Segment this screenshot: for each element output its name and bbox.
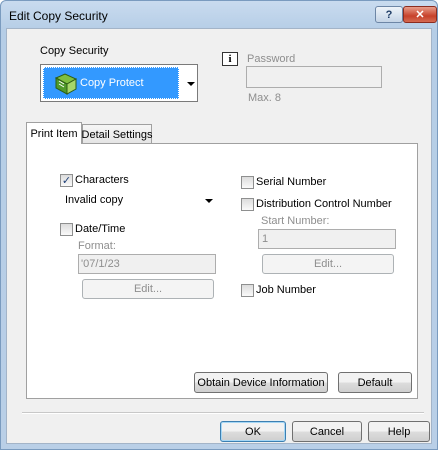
format-value: '07/1/23 <box>81 258 120 270</box>
start-number-input[interactable]: 1 <box>258 229 396 249</box>
default-button[interactable]: Default <box>338 372 412 393</box>
characters-checkbox[interactable]: ✓ <box>60 174 73 187</box>
obtain-device-information-button[interactable]: Obtain Device Information <box>194 372 328 393</box>
title-help-button[interactable]: ? <box>375 6 403 23</box>
cancel-button[interactable]: Cancel <box>292 421 362 442</box>
characters-dropdown[interactable]: Invalid copy <box>58 191 216 210</box>
password-label: Password <box>247 53 296 65</box>
title-close-button[interactable]: ✕ <box>403 6 437 23</box>
password-max-label: Max. 8 <box>248 92 282 104</box>
chevron-down-icon <box>205 199 213 203</box>
tab-detail-settings[interactable]: Detail Settings <box>82 124 152 144</box>
title-bar[interactable]: Edit Copy Security ? ✕ <box>1 1 437 29</box>
info-icon: i <box>222 52 238 66</box>
distribution-control-label: Distribution Control Number <box>256 198 392 210</box>
tab-print-item[interactable]: Print Item <box>26 122 82 144</box>
help-button[interactable]: Help <box>368 421 430 442</box>
dialog-separator <box>22 412 424 414</box>
copy-security-value: Copy Protect <box>80 77 144 89</box>
format-label: Format: <box>78 240 116 252</box>
start-number-value: 1 <box>262 233 269 245</box>
ok-button[interactable]: OK <box>220 421 286 442</box>
date-time-checkbox[interactable] <box>60 223 73 236</box>
serial-number-checkbox[interactable] <box>241 176 254 189</box>
characters-label: Characters <box>75 174 129 186</box>
format-input[interactable]: '07/1/23 <box>78 254 216 274</box>
distribution-edit-button[interactable]: Edit... <box>262 254 394 274</box>
copy-security-combo[interactable]: Copy Protect <box>40 64 198 102</box>
job-number-checkbox[interactable] <box>241 284 254 297</box>
chevron-down-icon <box>187 82 195 86</box>
job-number-label: Job Number <box>256 284 316 296</box>
serial-number-label: Serial Number <box>256 176 327 188</box>
password-input[interactable] <box>246 66 382 88</box>
copy-security-selected: Copy Protect <box>43 67 179 99</box>
copy-security-label: Copy Security <box>40 45 109 57</box>
characters-value: Invalid copy <box>65 194 124 206</box>
date-time-label: Date/Time <box>75 223 126 235</box>
copy-protect-book-icon <box>54 73 78 95</box>
date-time-edit-button[interactable]: Edit... <box>82 279 214 299</box>
distribution-control-checkbox[interactable] <box>241 198 254 211</box>
start-number-label: Start Number: <box>261 215 330 227</box>
window-title: Edit Copy Security <box>9 9 108 23</box>
